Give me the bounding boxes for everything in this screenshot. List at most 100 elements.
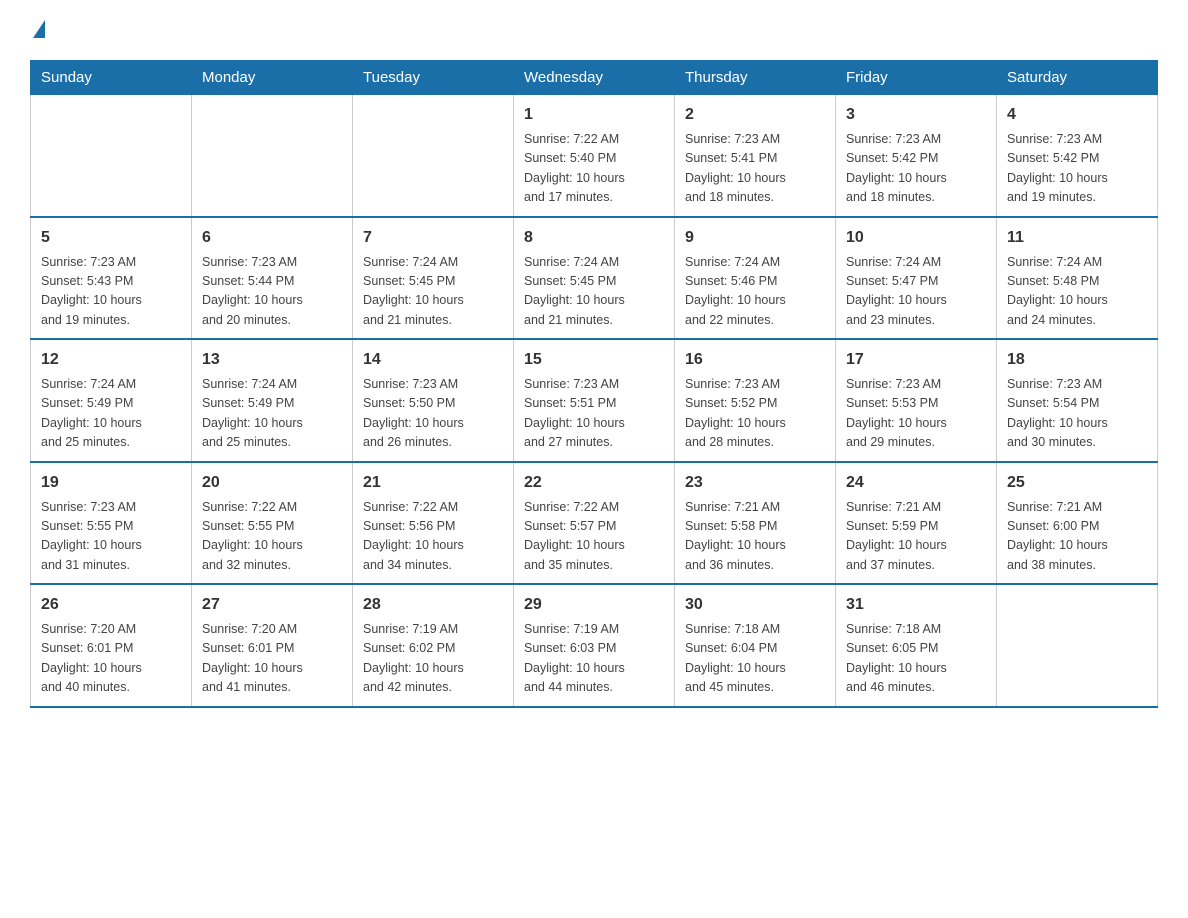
day-number: 1 [524,103,664,127]
day-number: 11 [1007,226,1147,250]
day-info: Sunrise: 7:23 AMSunset: 5:42 PMDaylight:… [1007,130,1147,208]
calendar-week-row: 26 Sunrise: 7:20 AMSunset: 6:01 PMDayligh… [31,584,1158,707]
calendar-cell: 16Sunrise: 7:23 AMSunset: 5:52 PMDayligh… [675,339,836,462]
calendar-cell: 3 Sunrise: 7:23 AMSunset: 5:42 PMDaylight… [836,95,997,217]
calendar-cell: 25 Sunrise: 7:21 AMSunset: 6:00 PMDayligh… [997,462,1158,585]
day-info: Sunrise: 7:21 AMSunset: 5:59 PMDaylight:… [846,498,986,576]
day-number: 6 [202,226,342,250]
day-number: 4 [1007,103,1147,127]
calendar-cell: 6 Sunrise: 7:23 AMSunset: 5:44 PMDaylight… [192,217,353,340]
day-number: 10 [846,226,986,250]
day-number: 12 [41,348,181,372]
day-info: Sunrise: 7:24 AMSunset: 5:45 PMDaylight:… [524,253,664,331]
day-info: Sunrise: 7:22 AMSunset: 5:56 PMDaylight:… [363,498,503,576]
day-number: 22 [524,471,664,495]
calendar-cell: 10 Sunrise: 7:24 AMSunset: 5:47 PMDayligh… [836,217,997,340]
day-info: Sunrise: 7:19 AMSunset: 6:03 PMDaylight:… [524,620,664,698]
day-number: 7 [363,226,503,250]
day-info: Sunrise: 7:23 AMSunset: 5:50 PMDaylight:… [363,375,503,453]
day-info: Sunrise: 7:23 AMSunset: 5:44 PMDaylight:… [202,253,342,331]
calendar-cell: 22 Sunrise: 7:22 AMSunset: 5:57 PMDayligh… [514,462,675,585]
day-number: 17 [846,348,986,372]
calendar-cell [192,95,353,217]
day-number: 25 [1007,471,1147,495]
calendar-cell: 20 Sunrise: 7:22 AMSunset: 5:55 PMDayligh… [192,462,353,585]
calendar-cell: 14 Sunrise: 7:23 AMSunset: 5:50 PMDayligh… [353,339,514,462]
day-info: Sunrise: 7:21 AMSunset: 5:58 PMDaylight:… [685,498,825,576]
day-of-week-header: Thursday [675,61,836,95]
day-info: Sunrise: 7:24 AMSunset: 5:47 PMDaylight:… [846,253,986,331]
calendar-cell [353,95,514,217]
calendar-cell: 8Sunrise: 7:24 AMSunset: 5:45 PMDaylight… [514,217,675,340]
calendar-cell: 1 Sunrise: 7:22 AMSunset: 5:40 PMDaylight… [514,95,675,217]
calendar-cell: 30 Sunrise: 7:18 AMSunset: 6:04 PMDayligh… [675,584,836,707]
day-info: Sunrise: 7:23 AMSunset: 5:52 PMDaylight:… [685,375,825,453]
calendar-cell: 31 Sunrise: 7:18 AMSunset: 6:05 PMDayligh… [836,584,997,707]
logo [30,20,45,40]
calendar-cell: 5 Sunrise: 7:23 AMSunset: 5:43 PMDaylight… [31,217,192,340]
calendar-cell: 7 Sunrise: 7:24 AMSunset: 5:45 PMDaylight… [353,217,514,340]
day-of-week-header: Friday [836,61,997,95]
day-number: 13 [202,348,342,372]
day-info: Sunrise: 7:23 AMSunset: 5:43 PMDaylight:… [41,253,181,331]
day-number: 9 [685,226,825,250]
calendar-week-row: 19 Sunrise: 7:23 AMSunset: 5:55 PMDayligh… [31,462,1158,585]
calendar-cell: 29Sunrise: 7:19 AMSunset: 6:03 PMDayligh… [514,584,675,707]
day-info: Sunrise: 7:23 AMSunset: 5:42 PMDaylight:… [846,130,986,208]
day-info: Sunrise: 7:22 AMSunset: 5:55 PMDaylight:… [202,498,342,576]
calendar-table: SundayMondayTuesdayWednesdayThursdayFrid… [30,60,1158,708]
day-number: 30 [685,593,825,617]
day-info: Sunrise: 7:22 AMSunset: 5:40 PMDaylight:… [524,130,664,208]
day-header-row: SundayMondayTuesdayWednesdayThursdayFrid… [31,61,1158,95]
calendar-cell: 15 Sunrise: 7:23 AMSunset: 5:51 PMDayligh… [514,339,675,462]
day-info: Sunrise: 7:23 AMSunset: 5:41 PMDaylight:… [685,130,825,208]
day-info: Sunrise: 7:24 AMSunset: 5:48 PMDaylight:… [1007,253,1147,331]
calendar-cell: 27 Sunrise: 7:20 AMSunset: 6:01 PMDayligh… [192,584,353,707]
calendar-cell: 21Sunrise: 7:22 AMSunset: 5:56 PMDayligh… [353,462,514,585]
day-info: Sunrise: 7:24 AMSunset: 5:49 PMDaylight:… [41,375,181,453]
calendar-week-row: 12 Sunrise: 7:24 AMSunset: 5:49 PMDayligh… [31,339,1158,462]
day-of-week-header: Saturday [997,61,1158,95]
calendar-cell: 17Sunrise: 7:23 AMSunset: 5:53 PMDayligh… [836,339,997,462]
day-number: 2 [685,103,825,127]
calendar-cell: 18 Sunrise: 7:23 AMSunset: 5:54 PMDayligh… [997,339,1158,462]
day-number: 15 [524,348,664,372]
day-info: Sunrise: 7:23 AMSunset: 5:55 PMDaylight:… [41,498,181,576]
day-info: Sunrise: 7:18 AMSunset: 6:04 PMDaylight:… [685,620,825,698]
day-info: Sunrise: 7:20 AMSunset: 6:01 PMDaylight:… [41,620,181,698]
day-number: 28 [363,593,503,617]
day-info: Sunrise: 7:24 AMSunset: 5:46 PMDaylight:… [685,253,825,331]
day-number: 31 [846,593,986,617]
calendar-cell [997,584,1158,707]
calendar-cell [31,95,192,217]
day-info: Sunrise: 7:23 AMSunset: 5:51 PMDaylight:… [524,375,664,453]
day-of-week-header: Sunday [31,61,192,95]
day-number: 23 [685,471,825,495]
day-number: 3 [846,103,986,127]
calendar-week-row: 5 Sunrise: 7:23 AMSunset: 5:43 PMDaylight… [31,217,1158,340]
calendar-cell: 24 Sunrise: 7:21 AMSunset: 5:59 PMDayligh… [836,462,997,585]
calendar-cell: 12 Sunrise: 7:24 AMSunset: 5:49 PMDayligh… [31,339,192,462]
day-info: Sunrise: 7:20 AMSunset: 6:01 PMDaylight:… [202,620,342,698]
day-of-week-header: Tuesday [353,61,514,95]
day-number: 5 [41,226,181,250]
day-info: Sunrise: 7:22 AMSunset: 5:57 PMDaylight:… [524,498,664,576]
calendar-cell: 2 Sunrise: 7:23 AMSunset: 5:41 PMDaylight… [675,95,836,217]
day-number: 26 [41,593,181,617]
calendar-cell: 28 Sunrise: 7:19 AMSunset: 6:02 PMDayligh… [353,584,514,707]
day-info: Sunrise: 7:19 AMSunset: 6:02 PMDaylight:… [363,620,503,698]
day-number: 14 [363,348,503,372]
day-info: Sunrise: 7:18 AMSunset: 6:05 PMDaylight:… [846,620,986,698]
day-of-week-header: Monday [192,61,353,95]
calendar-cell: 19 Sunrise: 7:23 AMSunset: 5:55 PMDayligh… [31,462,192,585]
day-info: Sunrise: 7:23 AMSunset: 5:54 PMDaylight:… [1007,375,1147,453]
day-info: Sunrise: 7:24 AMSunset: 5:45 PMDaylight:… [363,253,503,331]
day-info: Sunrise: 7:21 AMSunset: 6:00 PMDaylight:… [1007,498,1147,576]
calendar-cell: 26 Sunrise: 7:20 AMSunset: 6:01 PMDayligh… [31,584,192,707]
calendar-cell: 23 Sunrise: 7:21 AMSunset: 5:58 PMDayligh… [675,462,836,585]
day-number: 24 [846,471,986,495]
day-number: 19 [41,471,181,495]
day-number: 18 [1007,348,1147,372]
day-number: 20 [202,471,342,495]
day-number: 27 [202,593,342,617]
